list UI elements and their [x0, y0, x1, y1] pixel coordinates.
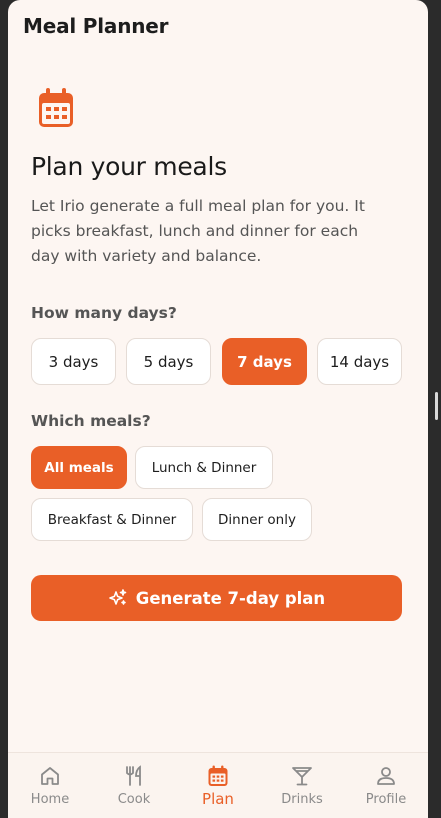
- app-screen: Meal Planner Plan your meals Let Irio ge…: [8, 0, 428, 818]
- days-option-7[interactable]: 7 days: [222, 338, 307, 385]
- cocktail-icon: [292, 767, 312, 786]
- days-option-14[interactable]: 14 days: [317, 338, 402, 385]
- nav-item-cook[interactable]: Cook: [92, 753, 176, 818]
- calendar-icon: [39, 88, 73, 127]
- nav-label-home: Home: [30, 792, 70, 807]
- meals-label: Which meals?: [31, 412, 151, 430]
- meals-option-dinner-only[interactable]: Dinner only: [202, 498, 312, 541]
- nav-label-drinks: Drinks: [281, 792, 323, 807]
- generate-plan-label: Generate 7-day plan: [135, 588, 326, 608]
- page-heading: Plan your meals: [31, 152, 227, 181]
- nav-item-profile[interactable]: Profile: [344, 753, 428, 818]
- days-option-5[interactable]: 5 days: [126, 338, 211, 385]
- days-label: How many days?: [31, 304, 177, 322]
- sparkles-icon: [108, 589, 127, 605]
- meals-option-breakfast-dinner[interactable]: Breakfast & Dinner: [31, 498, 193, 541]
- nav-label-cook: Cook: [117, 792, 151, 807]
- bottom-nav: Home Cook Plan Drinks Profile: [8, 752, 428, 818]
- utensils-icon: [126, 765, 141, 786]
- page-description: Let Irio generate a full meal plan for y…: [31, 197, 365, 265]
- days-option-3[interactable]: 3 days: [31, 338, 116, 385]
- nav-label-plan: Plan: [202, 790, 234, 808]
- generate-plan-button[interactable]: Generate 7-day plan: [31, 575, 402, 621]
- app-title: Meal Planner: [23, 14, 169, 38]
- nav-item-plan[interactable]: Plan: [176, 753, 260, 818]
- meals-option-lunch-dinner[interactable]: Lunch & Dinner: [135, 446, 273, 489]
- calendar-icon: [208, 765, 228, 786]
- scrollbar-thumb[interactable]: [435, 392, 438, 420]
- home-icon: [41, 767, 59, 785]
- meals-option-all[interactable]: All meals: [31, 446, 127, 489]
- user-icon: [377, 767, 395, 785]
- nav-label-profile: Profile: [365, 792, 407, 807]
- nav-item-home[interactable]: Home: [8, 753, 92, 818]
- nav-item-drinks[interactable]: Drinks: [260, 753, 344, 818]
